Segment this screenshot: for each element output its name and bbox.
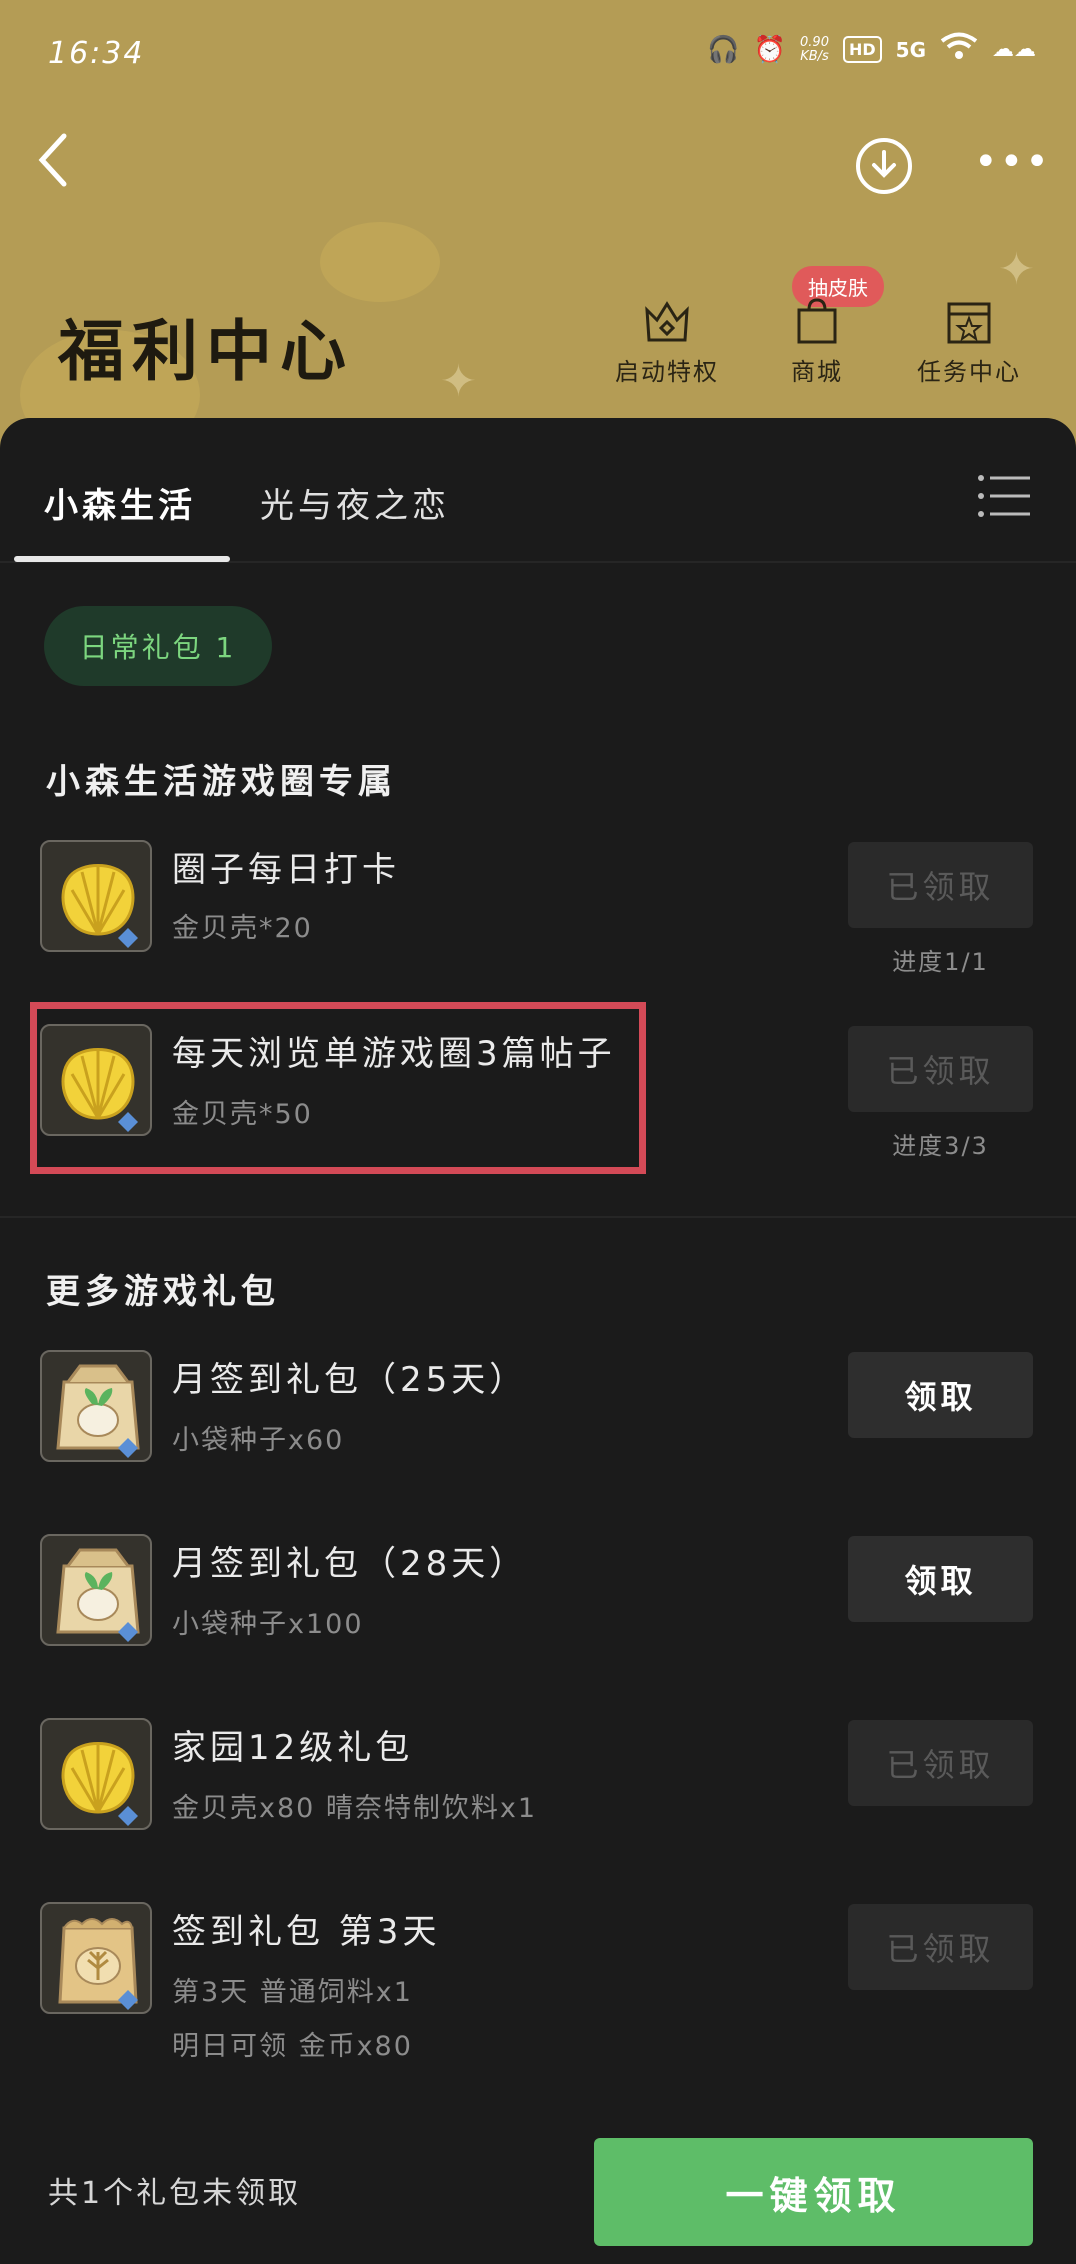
nav-label: 商城 bbox=[791, 358, 843, 386]
item-name: 签到礼包 第3天 bbox=[172, 1912, 441, 1952]
tab-bar: 小森生活 光与夜之恋 bbox=[0, 418, 1076, 563]
highlight-box bbox=[30, 1002, 646, 1174]
nav-label: 任务中心 bbox=[917, 358, 1021, 386]
calendar-star-icon bbox=[947, 302, 991, 344]
gold-shell-icon bbox=[40, 840, 152, 952]
item-progress: 进度1/1 bbox=[892, 948, 989, 976]
signal-label: 5G bbox=[895, 37, 926, 62]
alarm-icon: ⏰ bbox=[753, 34, 787, 65]
tab-underline bbox=[14, 556, 230, 562]
claim-button[interactable]: 领取 bbox=[848, 1536, 1033, 1622]
list-menu-icon[interactable] bbox=[976, 472, 1032, 520]
section-divider bbox=[0, 1216, 1076, 1218]
tab-xiaosen[interactable]: 小森生活 bbox=[44, 478, 196, 527]
item-reward: 金贝壳*20 bbox=[172, 913, 313, 944]
claim-all-button[interactable]: 一键领取 bbox=[594, 2138, 1033, 2246]
sparkle-icon: ✦ bbox=[440, 356, 477, 407]
gold-shell-icon bbox=[40, 1718, 152, 1830]
shopping-bag-icon bbox=[797, 298, 837, 344]
seed-bag-icon bbox=[40, 1534, 152, 1646]
daily-gift-pill[interactable]: 日常礼包 1 bbox=[44, 606, 272, 686]
sparkle-icon: ✦ bbox=[998, 244, 1035, 295]
tab-guangyuye[interactable]: 光与夜之恋 bbox=[260, 478, 450, 527]
section-title: 小森生活游戏圈专属 bbox=[46, 762, 397, 802]
header-banner: ✦ ✦ 16:34 🎧 ⏰ 0.90 KB/s HD 5G ☁☁ ••• 福利中… bbox=[0, 0, 1076, 470]
claimed-button[interactable]: 已领取 bbox=[848, 842, 1033, 928]
download-button[interactable] bbox=[856, 138, 912, 194]
net-speed-value: 0.90 bbox=[800, 34, 829, 50]
claimed-button[interactable]: 已领取 bbox=[848, 1904, 1033, 1990]
hd-badge: HD bbox=[842, 36, 882, 63]
headphones-icon: 🎧 bbox=[707, 34, 740, 65]
page-title: 福利中心 bbox=[58, 312, 354, 390]
item-reward: 小袋种子x60 bbox=[172, 1425, 345, 1456]
item-name: 圈子每日打卡 bbox=[172, 850, 400, 890]
net-speed-unit: KB/s bbox=[800, 48, 829, 64]
unclaimed-summary: 共1个礼包未领取 bbox=[48, 2176, 302, 2211]
decorative-coin bbox=[320, 222, 440, 302]
status-icons: 🎧 ⏰ 0.90 KB/s HD 5G ☁☁ bbox=[707, 32, 1036, 67]
feed-bag-icon bbox=[40, 1902, 152, 2014]
nav-shop[interactable]: 商城 bbox=[752, 298, 882, 387]
mascot-icon: ☁☁ bbox=[992, 37, 1036, 62]
download-icon bbox=[872, 150, 896, 178]
net-speed: 0.90 KB/s bbox=[800, 34, 829, 64]
nav-label: 启动特权 bbox=[615, 358, 719, 386]
claimed-button[interactable]: 已领取 bbox=[848, 1026, 1033, 1112]
status-bar: 16:34 🎧 ⏰ 0.90 KB/s HD 5G ☁☁ bbox=[0, 30, 1076, 80]
claimed-button[interactable]: 已领取 bbox=[848, 1720, 1033, 1806]
back-arrow-icon[interactable] bbox=[34, 130, 74, 190]
item-name: 月签到礼包（28天） bbox=[172, 1544, 528, 1584]
item-reward-tomorrow: 明日可领 金币x80 bbox=[172, 2031, 413, 2062]
item-reward: 第3天 普通饲料x1 bbox=[172, 1977, 413, 2008]
wifi-icon bbox=[940, 32, 978, 67]
item-name: 家园12级礼包 bbox=[172, 1728, 414, 1768]
section-title: 更多游戏礼包 bbox=[46, 1272, 280, 1312]
item-name: 月签到礼包（25天） bbox=[172, 1360, 528, 1400]
more-options-button[interactable]: ••• bbox=[974, 142, 1051, 182]
nav-launch-privilege[interactable]: 启动特权 bbox=[602, 298, 732, 387]
item-reward: 小袋种子x100 bbox=[172, 1609, 364, 1640]
nav-task-center[interactable]: 任务中心 bbox=[904, 298, 1034, 387]
seed-bag-icon bbox=[40, 1350, 152, 1462]
item-progress: 进度3/3 bbox=[892, 1132, 989, 1160]
claim-button[interactable]: 领取 bbox=[848, 1352, 1033, 1438]
status-time: 16:34 bbox=[48, 36, 145, 71]
item-reward: 金贝壳x80 晴奈特制饮料x1 bbox=[172, 1793, 538, 1824]
crown-icon bbox=[645, 301, 689, 342]
